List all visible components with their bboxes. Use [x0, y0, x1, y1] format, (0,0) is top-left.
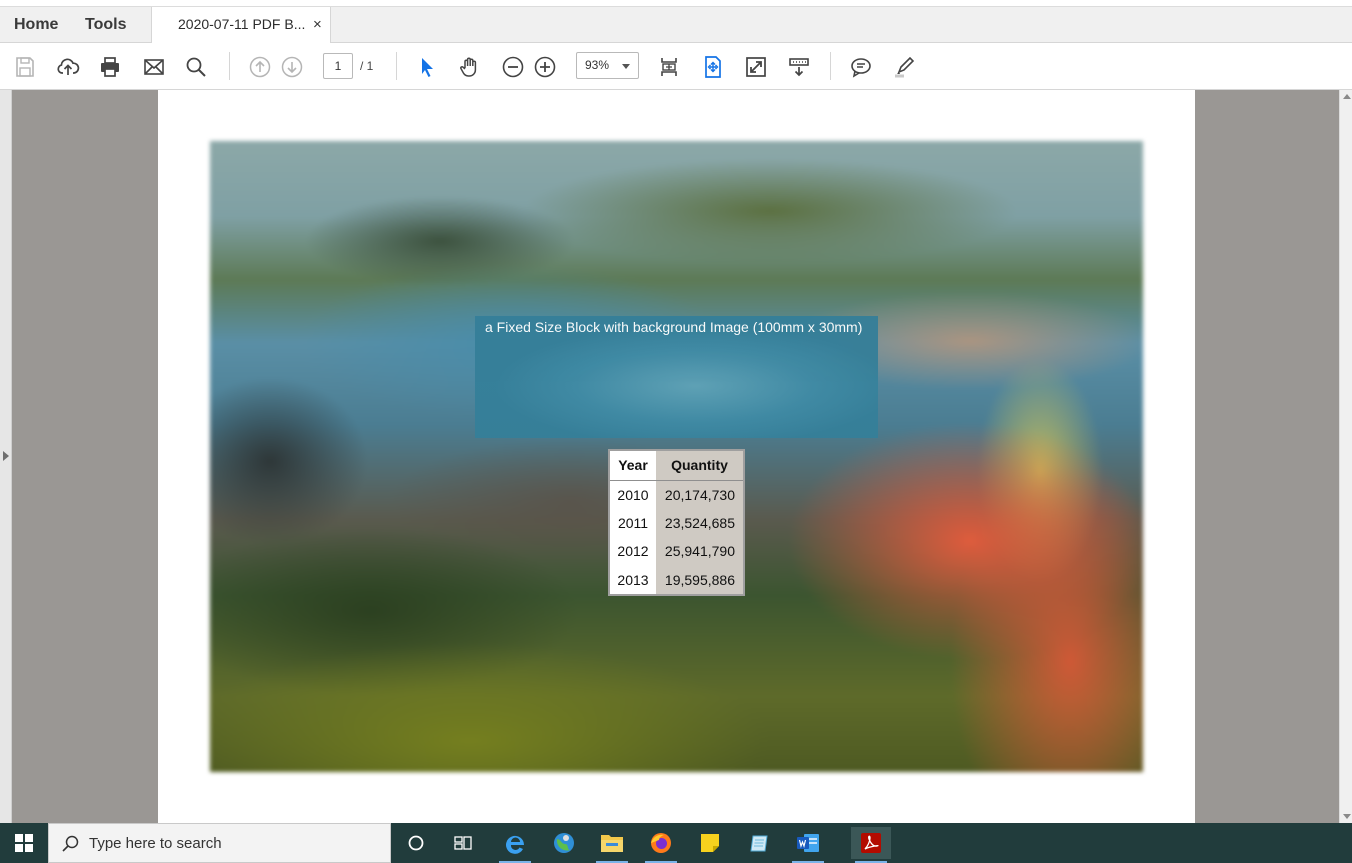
- table-row: 2011 23,524,685: [610, 508, 743, 537]
- expand-panel-icon[interactable]: [3, 451, 9, 461]
- page-total: / 1: [360, 59, 374, 73]
- header-year: Year: [610, 451, 656, 481]
- document-tab[interactable]: 2020-07-11 PDF B... ×: [151, 7, 331, 43]
- search-icon[interactable]: [182, 53, 210, 81]
- cell-quantity: 23,524,685: [656, 508, 743, 537]
- save-icon[interactable]: [11, 53, 39, 81]
- scroll-up-icon[interactable]: [1343, 94, 1351, 99]
- zoom-select[interactable]: 93%: [576, 52, 639, 79]
- mail-icon[interactable]: [140, 53, 168, 81]
- taskbar-search-input[interactable]: Type here to search: [48, 823, 391, 863]
- pdf-page: a Fixed Size Block with background Image…: [158, 90, 1195, 823]
- document-tab-label: 2020-07-11 PDF B...: [178, 16, 306, 32]
- menu-tools[interactable]: Tools: [85, 7, 126, 42]
- upload-icon[interactable]: [54, 53, 82, 81]
- tab-bar: Home Tools 2020-07-11 PDF B... ×: [0, 7, 1352, 43]
- windows-start-icon[interactable]: [0, 823, 48, 863]
- cell-year: 2010: [610, 480, 656, 509]
- scroll-down-icon[interactable]: [1343, 814, 1351, 819]
- hand-icon[interactable]: [456, 53, 484, 81]
- zoom-value: 93%: [585, 58, 610, 72]
- document-viewer[interactable]: a Fixed Size Block with background Image…: [0, 90, 1352, 823]
- zoom-in-icon[interactable]: [531, 53, 559, 81]
- fullscreen-icon[interactable]: [742, 53, 770, 81]
- menu-home[interactable]: Home: [14, 7, 58, 42]
- vertical-scrollbar[interactable]: [1339, 90, 1352, 823]
- toolbar: 1 / 1 93%: [0, 43, 1352, 90]
- firefox-icon[interactable]: [641, 827, 681, 863]
- search-placeholder: Type here to search: [89, 835, 222, 852]
- fixed-size-block: a Fixed Size Block with background Image…: [475, 316, 878, 438]
- sticky-notes-icon[interactable]: [690, 827, 730, 859]
- maps-icon[interactable]: [544, 827, 584, 859]
- chevron-down-icon: [622, 64, 630, 69]
- cell-quantity: 19,595,886: [656, 565, 743, 594]
- task-view-icon[interactable]: [444, 827, 484, 859]
- cell-year: 2011: [610, 508, 656, 537]
- comment-icon[interactable]: [847, 53, 875, 81]
- fixed-block-label: a Fixed Size Block with background Image…: [485, 319, 863, 335]
- cortana-icon[interactable]: [396, 827, 436, 859]
- read-mode-icon[interactable]: [785, 53, 813, 81]
- year-quantity-table: Year Quantity 2010 20,174,730 2011 23,52…: [608, 449, 745, 596]
- windows-taskbar: Type here to search: [0, 823, 1352, 863]
- toolbar-separator: [229, 52, 230, 80]
- edge-icon[interactable]: [495, 827, 535, 863]
- toolbar-separator: [396, 52, 397, 80]
- search-icon: [61, 834, 81, 854]
- cell-year: 2012: [610, 537, 656, 566]
- file-explorer-icon[interactable]: [592, 827, 632, 863]
- header-quantity: Quantity: [656, 451, 743, 481]
- highlight-icon[interactable]: [890, 53, 918, 81]
- table-row: 2010 20,174,730: [610, 480, 743, 509]
- next-page-icon[interactable]: [278, 53, 306, 81]
- cell-quantity: 20,174,730: [656, 480, 743, 509]
- cell-year: 2013: [610, 565, 656, 594]
- toolbar-separator: [830, 52, 831, 80]
- table-row: 2012 25,941,790: [610, 537, 743, 566]
- zoom-out-icon[interactable]: [499, 53, 527, 81]
- page-number-input[interactable]: 1: [323, 53, 353, 79]
- cell-quantity: 25,941,790: [656, 537, 743, 566]
- prev-page-icon[interactable]: [246, 53, 274, 81]
- left-panel-rail[interactable]: [0, 90, 12, 823]
- select-arrow-icon[interactable]: [413, 53, 441, 81]
- table-header-row: Year Quantity: [610, 451, 743, 481]
- fit-width-icon[interactable]: [699, 53, 727, 81]
- notepad-icon[interactable]: [739, 827, 779, 859]
- title-strip: [0, 0, 1352, 7]
- fit-page-icon[interactable]: [655, 53, 683, 81]
- table-row: 2013 19,595,886: [610, 565, 743, 594]
- print-icon[interactable]: [96, 53, 124, 81]
- close-icon[interactable]: ×: [313, 7, 322, 42]
- word-icon[interactable]: [788, 827, 828, 863]
- acrobat-icon[interactable]: [851, 827, 891, 863]
